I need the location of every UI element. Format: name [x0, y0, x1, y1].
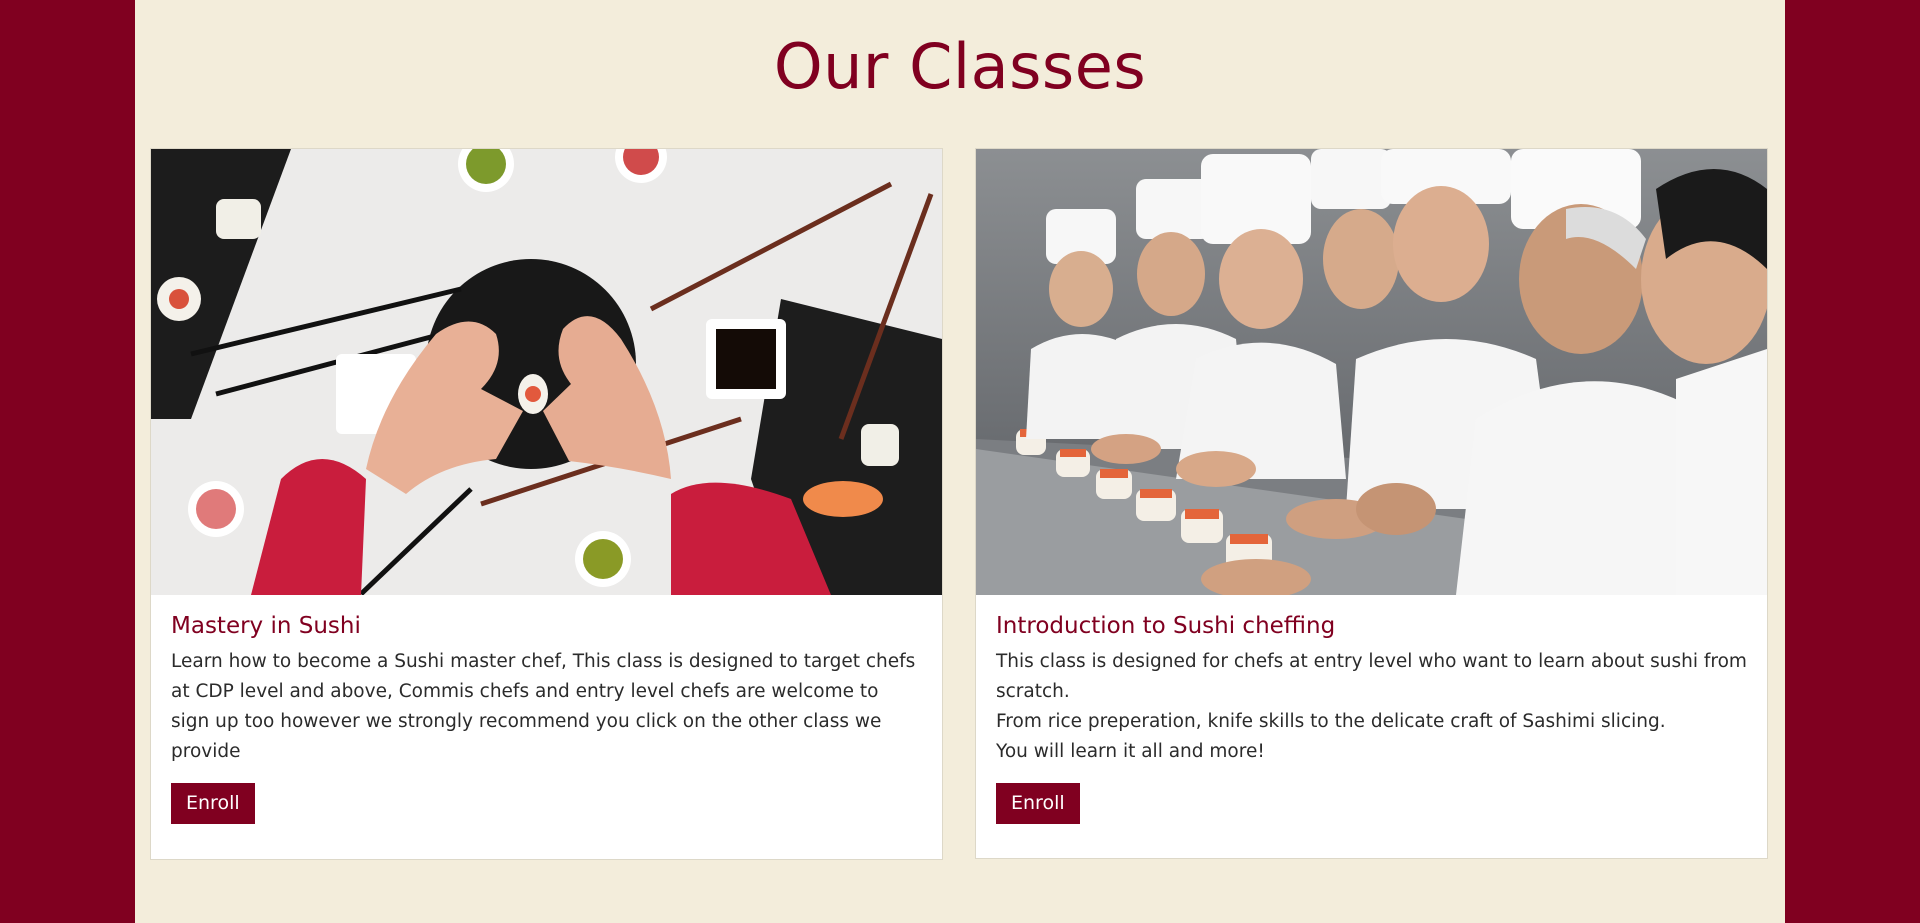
enroll-button[interactable]: Enroll	[171, 783, 255, 824]
class-image-chefs-rolling-sushi	[976, 149, 1767, 595]
class-title: Introduction to Sushi cheffing	[996, 613, 1336, 639]
section-title: Our Classes	[773, 30, 1147, 103]
class-description: This class is designed for chefs at entr…	[996, 651, 1747, 762]
classes-section: Our Classes Mastery in Sushi Learn how t…	[135, 0, 1785, 923]
class-card-mastery: Mastery in Sushi Learn how to become a S…	[150, 148, 943, 860]
enroll-button[interactable]: Enroll	[996, 783, 1080, 824]
class-card-introduction: Introduction to Sushi cheffing This clas…	[975, 148, 1768, 859]
class-description: Learn how to become a Sushi master chef,…	[171, 651, 916, 762]
class-title: Mastery in Sushi	[171, 613, 361, 639]
class-image-hands-heart-sushi	[151, 149, 942, 595]
